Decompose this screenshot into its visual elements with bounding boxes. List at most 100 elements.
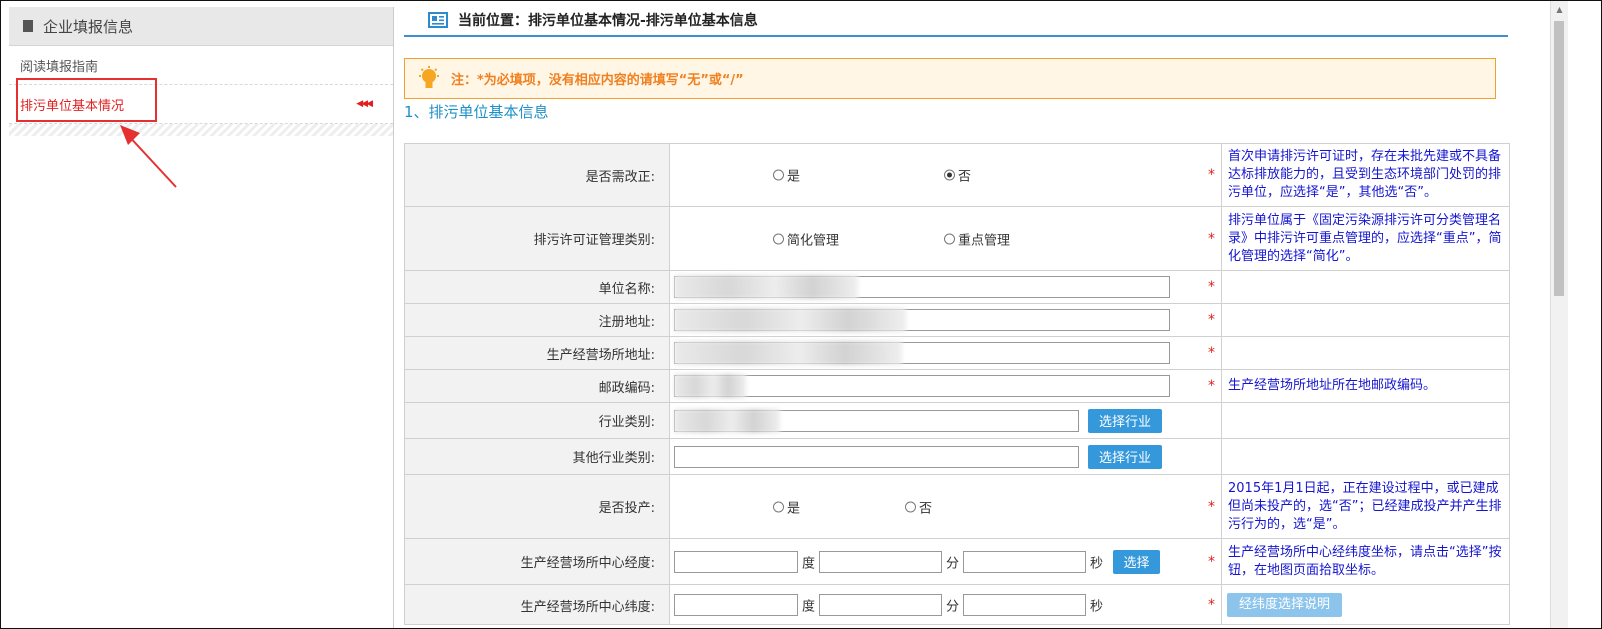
radio-label: 否	[958, 169, 972, 185]
form-row: 是否投产: 是 否 * 2015年1月1日起，正在建设过程中，或已建成但尚未投产…	[404, 474, 1510, 539]
reg-address-field: *	[669, 303, 1222, 337]
sidebar-item-basic-info[interactable]: 排污单位基本情况 ◀◀◀	[9, 85, 393, 124]
sidebar: 企业填报信息 阅读填报指南 排污单位基本情况 ◀◀◀	[9, 7, 394, 628]
radio-label: 是	[787, 501, 801, 516]
required-mark: *	[1208, 230, 1215, 247]
breadcrumb: 当前位置：排污单位基本情况-排污单位基本信息	[404, 5, 1508, 37]
latitude-degree-input[interactable]	[674, 593, 798, 616]
section-title: 1、排污单位基本信息	[404, 103, 549, 121]
required-mark: *	[1208, 279, 1215, 295]
field-label: 排污许可证管理类别:	[404, 206, 670, 271]
sidebar-header: 企业填报信息	[9, 7, 393, 46]
document-icon	[23, 20, 33, 32]
field-label: 单位名称:	[404, 270, 670, 304]
latitude-second-input[interactable]	[963, 593, 1086, 616]
field-tip: 生产经营场所中心经纬度坐标，请点击“选择”按钮，在地图页面拾取坐标。	[1221, 538, 1510, 585]
unit-label: 分	[946, 556, 960, 571]
form-row: 注册地址: *	[404, 303, 1510, 337]
center-latitude-field: 度 分 秒 *	[669, 584, 1222, 625]
required-mark: *	[1208, 312, 1215, 328]
radio-circle	[944, 233, 955, 244]
sidebar-item-guide[interactable]: 阅读填报指南	[9, 46, 393, 85]
radio-label: 否	[919, 501, 933, 516]
field-tip: 生产经营场所地址所在地邮政编码。	[1221, 369, 1510, 403]
lightbulb-icon	[419, 65, 439, 88]
unit-label: 度	[802, 556, 816, 571]
other-industry-field: 选择行业	[669, 438, 1222, 475]
need-rectify-field: 是 否 *	[669, 143, 1222, 207]
redacted-value	[674, 308, 906, 332]
longitude-minute-input[interactable]	[819, 550, 942, 573]
field-label: 行业类别:	[404, 402, 670, 439]
newspaper-icon	[428, 12, 448, 28]
field-label: 邮政编码:	[404, 369, 670, 403]
need-rectify-no-radio[interactable]: 否	[944, 166, 971, 185]
need-rectify-yes-radio[interactable]: 是	[773, 166, 800, 185]
field-tip: 首次申请排污许可证时，存在未批先建或不具备达标排放能力的，且受到生态环境部门处罚…	[1221, 143, 1510, 207]
longitude-degree-input[interactable]	[674, 550, 798, 573]
industry-field: 选择行业	[669, 402, 1222, 439]
select-industry-button[interactable]: 选择行业	[1088, 408, 1162, 433]
sidebar-item-label: 阅读填报指南	[20, 59, 99, 75]
form-row: 生产经营场所中心经度: 度 分 秒 选择 * 生产经营场所中心经纬度坐标，请点击…	[404, 538, 1510, 585]
radio-label: 简化管理	[787, 233, 840, 248]
form-row: 排污许可证管理类别: 简化管理 重点管理 * 排污单位属于《固定污染源排污许可分…	[404, 206, 1510, 271]
radio-label: 是	[787, 169, 801, 185]
browser-viewport: 企业填报信息 阅读填报指南 排污单位基本情况 ◀◀◀ 当前位置：排污单位基本情况…	[0, 0, 1602, 629]
prod-address-field: *	[669, 336, 1222, 370]
field-label: 生产经营场所地址:	[404, 336, 670, 370]
mgmt-category-field: 简化管理 重点管理 *	[669, 206, 1222, 271]
field-tip: 2015年1月1日起，正在建设过程中，或已建成但尚未投产的，选“否”；已经建成投…	[1221, 474, 1510, 539]
field-label: 其他行业类别:	[404, 438, 670, 475]
required-mark: *	[1208, 596, 1215, 613]
unit-label: 度	[802, 599, 816, 614]
postal-code-input[interactable]	[674, 375, 1170, 397]
form-row: 单位名称: *	[404, 270, 1510, 304]
coordinate-guide-button[interactable]: 经纬度选择说明	[1227, 592, 1342, 617]
other-industry-input[interactable]	[674, 445, 1079, 468]
radio-label: 重点管理	[958, 233, 1011, 248]
unit-label: 秒	[1090, 599, 1104, 614]
field-label: 是否需改正:	[404, 143, 670, 207]
required-mark: *	[1208, 378, 1215, 394]
unit-name-field: *	[669, 270, 1222, 304]
radio-circle	[905, 501, 916, 512]
form-row: 其他行业类别: 选择行业	[404, 438, 1510, 475]
form-row: 是否需改正: 是 否 * 首次申请排污许可证时，存在未批先建或不具备达标排放能力…	[404, 143, 1510, 207]
in-production-yes-radio[interactable]: 是	[773, 497, 800, 516]
breadcrumb-text: 当前位置：排污单位基本情况-排污单位基本信息	[458, 13, 758, 29]
redacted-value	[674, 341, 902, 365]
center-longitude-field: 度 分 秒 选择 *	[669, 538, 1222, 585]
scroll-up-arrow-icon[interactable]: ▲	[1551, 1, 1568, 18]
redacted-value	[674, 408, 780, 433]
radio-circle	[773, 233, 784, 244]
redacted-value	[674, 275, 858, 299]
main-content: 当前位置：排污单位基本情况-排污单位基本信息 注：*为必填项，没有相应内容的请填…	[394, 1, 1544, 628]
in-production-no-radio[interactable]: 否	[905, 497, 932, 516]
postal-code-field: *	[669, 369, 1222, 403]
field-label: 注册地址:	[404, 303, 670, 337]
longitude-second-input[interactable]	[963, 550, 1086, 573]
latitude-minute-input[interactable]	[819, 593, 942, 616]
select-coordinates-button[interactable]: 选择	[1113, 549, 1160, 574]
in-production-field: 是 否 *	[669, 474, 1222, 539]
required-mark: *	[1208, 167, 1215, 183]
field-label: 生产经营场所中心经度:	[404, 538, 670, 585]
simplified-mgmt-radio[interactable]: 简化管理	[773, 229, 839, 248]
field-label: 是否投产:	[404, 474, 670, 539]
field-tip: 排污单位属于《固定污染源排污许可分类管理名录》中排污许可重点管理的，应选择“重点…	[1221, 206, 1510, 271]
radio-circle	[944, 169, 955, 181]
form-row: 行业类别: 选择行业	[404, 402, 1510, 439]
required-mark: *	[1208, 553, 1215, 570]
form-row: 邮政编码: * 生产经营场所地址所在地邮政编码。	[404, 369, 1510, 403]
sidebar-title: 企业填报信息	[43, 17, 134, 36]
notice-text: 注：*为必填项，没有相应内容的请填写“无”或“/”	[451, 73, 744, 88]
redacted-value	[674, 374, 746, 398]
radio-circle	[773, 169, 784, 181]
scrollbar-thumb[interactable]	[1554, 21, 1564, 296]
form-row: 生产经营场所地址: *	[404, 336, 1510, 370]
radio-circle	[773, 501, 784, 512]
vertical-scrollbar[interactable]: ▲	[1550, 1, 1568, 628]
key-mgmt-radio[interactable]: 重点管理	[944, 229, 1010, 248]
select-other-industry-button[interactable]: 选择行业	[1088, 444, 1162, 469]
